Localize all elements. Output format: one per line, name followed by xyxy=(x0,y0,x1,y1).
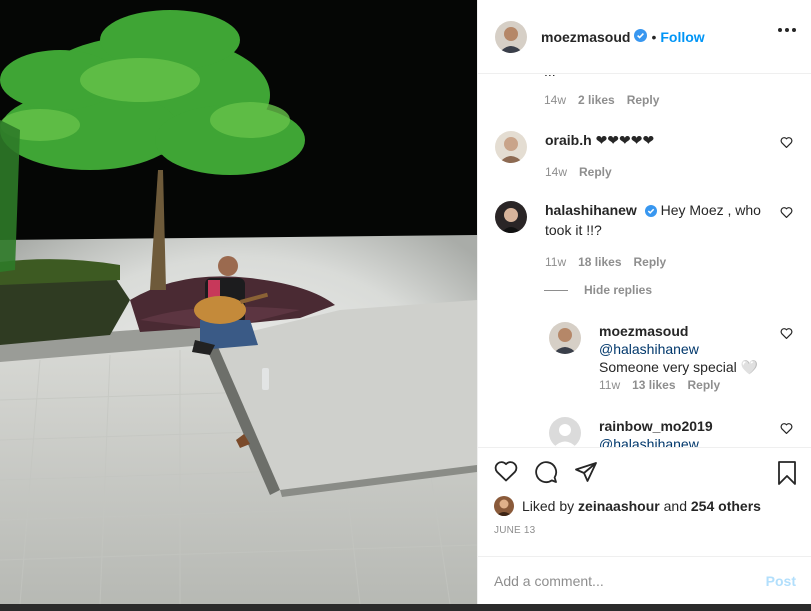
like-comment-heart-icon[interactable] xyxy=(780,326,793,342)
hide-replies-button[interactable]: Hide replies xyxy=(544,283,652,297)
commenter-avatar[interactable] xyxy=(549,322,581,354)
follow-button[interactable]: Follow xyxy=(660,29,704,45)
comment-likes[interactable]: 2 likes xyxy=(578,93,615,107)
commenter-username[interactable]: oraib.h xyxy=(545,132,592,148)
hide-replies-label: Hide replies xyxy=(584,283,653,297)
more-horizontal-icon[interactable] xyxy=(778,28,796,32)
post-actions-section: Liked by zeinaashour and 254 others JUNE… xyxy=(478,447,811,603)
action-icons xyxy=(494,460,598,487)
mention-link[interactable]: @halashihanew xyxy=(599,436,699,447)
comment-likes[interactable]: 13 likes xyxy=(632,376,675,394)
reply-button[interactable]: Reply xyxy=(688,376,721,394)
liked-by-suffix: and xyxy=(663,498,687,514)
background-overlay-strip xyxy=(0,604,811,611)
like-comment-heart-icon[interactable] xyxy=(780,135,793,151)
previous-comment-cut: ... xyxy=(544,75,556,79)
hide-replies-line xyxy=(544,289,568,291)
author-avatar[interactable] xyxy=(495,20,527,53)
reply-item: moezmasoud @halashihanew Someone very sp… xyxy=(549,322,795,394)
mention-link[interactable]: @halashihanew xyxy=(599,341,699,357)
comment-time[interactable]: 14w xyxy=(544,93,566,107)
add-comment-bar: Post xyxy=(478,556,811,604)
like-comment-heart-icon[interactable] xyxy=(780,205,793,221)
comment-text: ❤❤❤❤❤ xyxy=(595,132,655,148)
comment-item: halashihanew Hey Moez , who took it !!? … xyxy=(495,201,795,271)
post-photo[interactable] xyxy=(0,0,477,604)
commenter-avatar[interactable] xyxy=(495,201,527,233)
post-date[interactable]: JUNE 13 xyxy=(494,525,535,536)
liker-username[interactable]: zeinaashour xyxy=(578,498,660,514)
comment-likes[interactable]: 18 likes xyxy=(578,253,621,271)
like-comment-heart-icon[interactable] xyxy=(780,421,793,437)
commenter-username[interactable]: moezmasoud xyxy=(599,323,688,339)
comment-text: Someone very special 🤍 xyxy=(599,359,759,375)
verified-badge-icon xyxy=(644,203,657,221)
comment-bubble-icon[interactable] xyxy=(534,460,558,487)
comment-time[interactable]: 14w xyxy=(545,163,567,181)
post-comment-button[interactable]: Post xyxy=(766,573,796,589)
reply-button[interactable]: Reply xyxy=(579,163,612,181)
liked-by-prefix: Liked by xyxy=(522,498,575,514)
commenter-avatar[interactable] xyxy=(549,417,581,447)
comments-list[interactable]: ... 14w 2 likes Reply oraib.h ❤❤❤❤❤ 14w … xyxy=(478,75,811,447)
commenter-username[interactable]: halashihanew xyxy=(545,202,637,218)
liked-by-text: Liked by zeinaashour and 254 others xyxy=(522,498,761,514)
others-count-link[interactable]: 254 others xyxy=(691,498,761,514)
night-guitar-photo xyxy=(0,0,477,604)
commenter-username[interactable]: rainbow_mo2019 xyxy=(599,418,713,434)
author-username[interactable]: moezmasoud xyxy=(541,29,630,45)
commenter-avatar[interactable] xyxy=(495,131,527,163)
reply-button[interactable]: Reply xyxy=(634,253,667,271)
comment-time[interactable]: 11w xyxy=(599,376,620,394)
comment-time[interactable]: 11w xyxy=(545,253,566,271)
save-bookmark-icon[interactable] xyxy=(776,460,798,489)
previous-comment-meta: 14w 2 likes Reply xyxy=(544,93,659,107)
post-header: moezmasoud • Follow xyxy=(478,0,811,74)
header-separator: • xyxy=(651,28,657,45)
share-paper-plane-icon[interactable] xyxy=(574,460,598,487)
verified-badge-icon xyxy=(634,28,648,45)
comment-item: oraib.h ❤❤❤❤❤ 14w Reply xyxy=(495,131,795,181)
post-side-panel: moezmasoud • Follow ... 14w 2 likes Repl… xyxy=(477,0,811,604)
reply-item: rainbow_mo2019 @halashihanew xyxy=(549,417,795,447)
add-comment-input[interactable] xyxy=(494,572,766,589)
like-heart-icon[interactable] xyxy=(494,460,518,487)
liker-avatar[interactable] xyxy=(494,496,514,516)
reply-button[interactable]: Reply xyxy=(627,93,660,107)
liked-by-row: Liked by zeinaashour and 254 others xyxy=(494,496,761,516)
